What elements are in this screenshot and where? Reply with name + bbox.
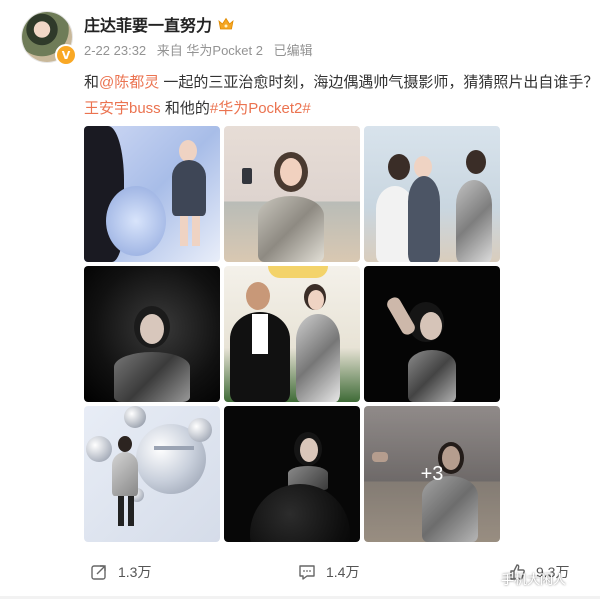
watermark-logo-icon bbox=[476, 571, 496, 586]
photo-grid: +3 bbox=[84, 126, 500, 542]
crown-icon bbox=[218, 17, 234, 30]
photo-8[interactable] bbox=[224, 406, 360, 542]
more-photos-count[interactable]: +3 bbox=[421, 463, 444, 486]
more-photos-overlay[interactable]: +3 bbox=[364, 406, 500, 542]
post-text-line-2: 王安宇buss 和他的#华为Pocket2# bbox=[84, 96, 600, 122]
comment-button[interactable]: 1.4万 bbox=[298, 562, 359, 582]
photo-2[interactable] bbox=[224, 126, 360, 262]
photographer-link[interactable]: 王安宇buss bbox=[84, 100, 161, 117]
share-icon bbox=[91, 565, 106, 580]
post-text-line-1: 和@陈都灵 一起的三亚治愈时刻，海边偶遇帅气摄影师，猜猜照片出自谁手？ bbox=[84, 70, 600, 96]
text-connector: 和他的 bbox=[160, 100, 210, 117]
photo-1[interactable] bbox=[84, 126, 220, 262]
mention-link[interactable]: @陈都灵 bbox=[99, 74, 159, 91]
photo-6[interactable] bbox=[364, 266, 500, 402]
photo-4[interactable] bbox=[84, 266, 220, 402]
post-time[interactable]: 2-22 23:32 bbox=[84, 43, 146, 58]
post-source[interactable]: 来自 华为Pocket 2 bbox=[157, 43, 263, 58]
edited-label[interactable]: 已编辑 bbox=[274, 43, 313, 58]
username-text[interactable]: 庄达菲要一直努力 bbox=[84, 12, 212, 36]
username[interactable]: 庄达菲要一直努力 bbox=[84, 12, 234, 36]
post-text: 和@陈都灵 一起的三亚治愈时刻，海边偶遇帅气摄影师，猜猜照片出自谁手？ 王安宇b… bbox=[84, 70, 600, 122]
photo-7[interactable] bbox=[84, 406, 220, 542]
hashtag-link[interactable]: #华为Pocket2# bbox=[210, 100, 311, 117]
text-middle: 一起的三亚治愈时刻，海边偶遇帅气摄影师，猜猜照片出自谁手？ bbox=[159, 74, 599, 91]
comment-count: 1.4万 bbox=[326, 564, 360, 580]
post-meta: 2-22 23:32 来自 华为Pocket 2 已编辑 bbox=[84, 40, 320, 59]
watermark-text: 手机大闲人 bbox=[501, 572, 567, 587]
photo-9[interactable]: +3 bbox=[364, 406, 500, 542]
watermark: 手机大闲人 bbox=[475, 569, 566, 588]
photo-5[interactable] bbox=[224, 266, 360, 402]
verified-v-icon: V bbox=[55, 44, 77, 66]
text-prefix: 和 bbox=[84, 74, 100, 91]
repost-count: 1.3万 bbox=[118, 564, 152, 580]
repost-button[interactable]: 1.3万 bbox=[90, 562, 151, 582]
comment-icon bbox=[299, 565, 315, 580]
photo-3[interactable] bbox=[364, 126, 500, 262]
